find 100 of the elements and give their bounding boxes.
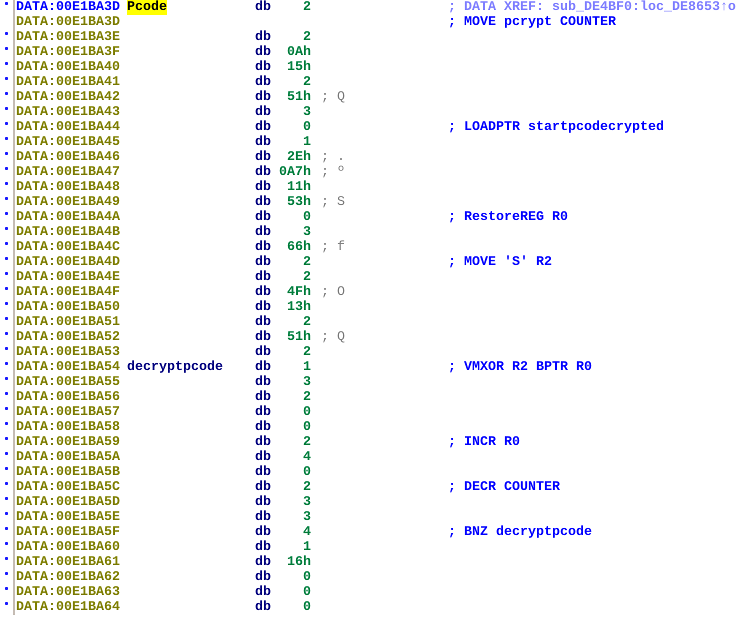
address[interactable]: DATA:00E1BA55	[16, 375, 120, 390]
address[interactable]: DATA:00E1BA53	[16, 345, 120, 360]
directive: db	[255, 195, 271, 210]
directive: db	[255, 270, 271, 285]
byte-value: 3	[303, 225, 311, 240]
address[interactable]: DATA:00E1BA4A	[16, 210, 120, 225]
byte-value: 2	[303, 255, 311, 270]
address[interactable]: DATA:00E1BA64	[16, 600, 120, 615]
byte-value: 4Fh	[287, 285, 311, 300]
directive: db	[255, 150, 271, 165]
address[interactable]: DATA:00E1BA49	[16, 195, 120, 210]
address[interactable]: DATA:00E1BA5D	[16, 495, 120, 510]
address[interactable]: DATA:00E1BA4D	[16, 255, 120, 270]
address[interactable]: DATA:00E1BA4B	[16, 225, 120, 240]
address[interactable]: DATA:00E1BA5A	[16, 450, 120, 465]
address[interactable]: DATA:00E1BA59	[16, 435, 120, 450]
address[interactable]: DATA:00E1BA43	[16, 105, 120, 120]
byte-value: 0	[303, 420, 311, 435]
byte-value: 3	[303, 495, 311, 510]
byte-value: 15h	[287, 60, 311, 75]
address[interactable]: DATA:00E1BA56	[16, 390, 120, 405]
comment: ; LOADPTR startpcodecrypted	[448, 120, 664, 135]
address[interactable]: DATA:00E1BA48	[16, 180, 120, 195]
address[interactable]: DATA:00E1BA5E	[16, 510, 120, 525]
directive: db	[255, 510, 271, 525]
address[interactable]: DATA:00E1BA46	[16, 150, 120, 165]
byte-value: 2	[303, 0, 311, 15]
directive: db	[255, 570, 271, 585]
directive: db	[255, 120, 271, 135]
directive: db	[255, 0, 271, 15]
byte-value: 3	[303, 510, 311, 525]
directive: db	[255, 495, 271, 510]
code-label[interactable]: decryptpcode	[127, 360, 223, 375]
address[interactable]: DATA:00E1BA3F	[16, 45, 120, 60]
directive: db	[255, 30, 271, 45]
directive: db	[255, 75, 271, 90]
address[interactable]: DATA:00E1BA52	[16, 330, 120, 345]
address[interactable]: DATA:00E1BA60	[16, 540, 120, 555]
byte-value: 11h	[287, 180, 311, 195]
comment: ; MOVE pcrypt COUNTER	[448, 15, 616, 30]
comment: ; MOVE 'S' R2	[448, 255, 552, 270]
address[interactable]: DATA:00E1BA5F	[16, 525, 120, 540]
address[interactable]: DATA:00E1BA62	[16, 570, 120, 585]
address[interactable]: DATA:00E1BA57	[16, 405, 120, 420]
address[interactable]: DATA:00E1BA63	[16, 585, 120, 600]
address[interactable]: DATA:00E1BA4E	[16, 270, 120, 285]
address[interactable]: DATA:00E1BA40	[16, 60, 120, 75]
directive: db	[255, 450, 271, 465]
byte-value: 1	[303, 135, 311, 150]
code-label[interactable]: Pcode	[127, 0, 167, 15]
directive: db	[255, 180, 271, 195]
address[interactable]: DATA:00E1BA3D	[16, 0, 120, 15]
byte-value: 2	[303, 270, 311, 285]
address[interactable]: DATA:00E1BA54	[16, 360, 120, 375]
address[interactable]: DATA:00E1BA61	[16, 555, 120, 570]
comment: ; BNZ decryptpcode	[448, 525, 592, 540]
char-comment: ; O	[321, 285, 345, 300]
byte-value: 13h	[287, 300, 311, 315]
address[interactable]: DATA:00E1BA4F	[16, 285, 120, 300]
address[interactable]: DATA:00E1BA3D	[16, 15, 120, 30]
address[interactable]: DATA:00E1BA44	[16, 120, 120, 135]
directive: db	[255, 360, 271, 375]
directive: db	[255, 600, 271, 615]
directive: db	[255, 420, 271, 435]
directive: db	[255, 45, 271, 60]
directive: db	[255, 405, 271, 420]
byte-value: 53h	[287, 195, 311, 210]
byte-value: 2	[303, 315, 311, 330]
byte-value: 0A7h	[279, 165, 311, 180]
byte-value: 51h	[287, 330, 311, 345]
byte-value: 3	[303, 105, 311, 120]
address[interactable]: DATA:00E1BA50	[16, 300, 120, 315]
directive: db	[255, 465, 271, 480]
directive: db	[255, 165, 271, 180]
directive: db	[255, 240, 271, 255]
address[interactable]: DATA:00E1BA5B	[16, 465, 120, 480]
address[interactable]: DATA:00E1BA45	[16, 135, 120, 150]
byte-value: 0	[303, 585, 311, 600]
byte-value: 2Eh	[287, 150, 311, 165]
address[interactable]: DATA:00E1BA5C	[16, 480, 120, 495]
byte-value: 1	[303, 540, 311, 555]
byte-value: 3	[303, 375, 311, 390]
byte-value: 2	[303, 480, 311, 495]
byte-value: 0	[303, 465, 311, 480]
byte-value: 0	[303, 405, 311, 420]
address[interactable]: DATA:00E1BA58	[16, 420, 120, 435]
address[interactable]: DATA:00E1BA42	[16, 90, 120, 105]
char-comment: ; f	[321, 240, 345, 255]
directive: db	[255, 390, 271, 405]
directive: db	[255, 315, 271, 330]
byte-value: 4	[303, 525, 311, 540]
xref-comment: ; DATA XREF: sub_DE4BF0:loc_DE8653↑o	[448, 0, 736, 15]
address[interactable]: DATA:00E1BA51	[16, 315, 120, 330]
address[interactable]: DATA:00E1BA3E	[16, 30, 120, 45]
byte-value: 2	[303, 435, 311, 450]
directive: db	[255, 60, 271, 75]
directive: db	[255, 210, 271, 225]
address[interactable]: DATA:00E1BA4C	[16, 240, 120, 255]
address[interactable]: DATA:00E1BA41	[16, 75, 120, 90]
address[interactable]: DATA:00E1BA47	[16, 165, 120, 180]
